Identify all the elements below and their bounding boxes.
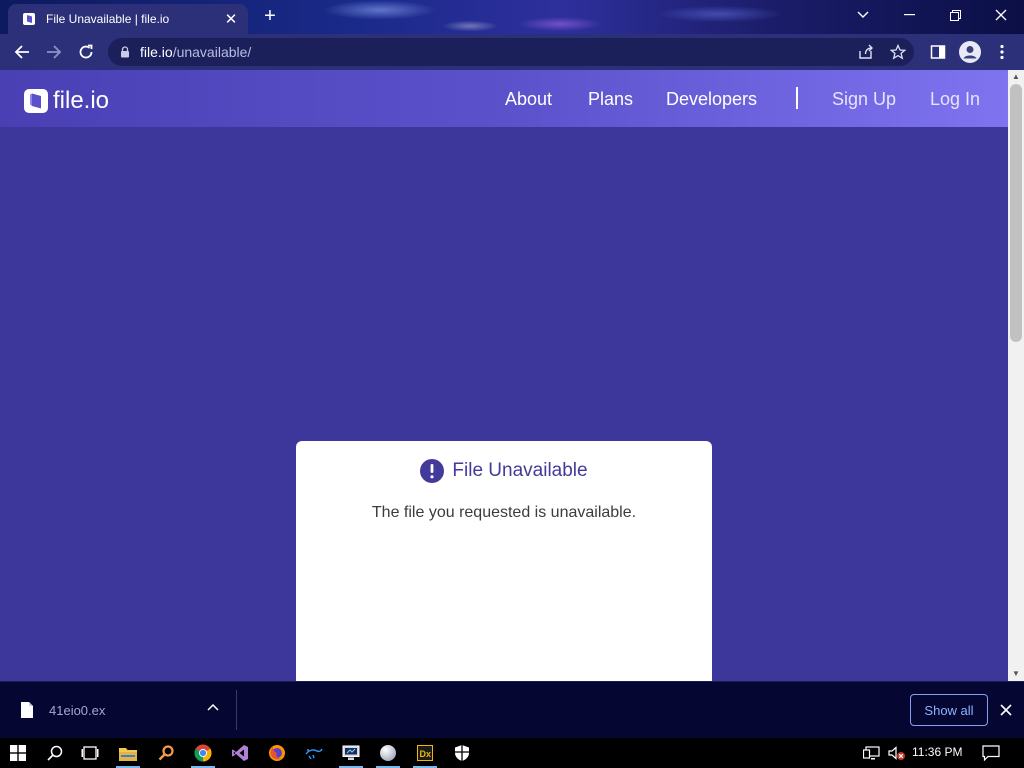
browser-toolbar: file.io/unavailable/ <box>0 34 1024 70</box>
site-header: file.io About Plans Developers Sign Up L… <box>0 70 1008 127</box>
file-icon <box>21 702 33 718</box>
card-title: File Unavailable <box>452 460 588 481</box>
browser-tab-active[interactable]: File Unavailable | file.io ✕ <box>8 4 248 34</box>
svg-text:Dx: Dx <box>420 749 432 759</box>
file-io-favicon-icon <box>23 13 35 25</box>
minimize-button[interactable] <box>886 0 932 30</box>
download-file-name: 41eio0.ex <box>49 703 106 718</box>
search-everything-icon[interactable] <box>151 741 181 765</box>
visual-studio-icon[interactable] <box>225 741 255 765</box>
download-shelf: 41eio0.ex Show all <box>0 681 1024 738</box>
nav-developers-link[interactable]: Developers <box>666 89 757 110</box>
remote-desktop-icon[interactable] <box>336 741 366 768</box>
file-io-logo-icon <box>24 89 48 113</box>
network-icon[interactable] <box>863 738 881 768</box>
dx-app-icon[interactable]: Dx <box>410 741 440 768</box>
tab-title: File Unavailable | file.io <box>46 12 170 26</box>
tab-close-icon[interactable]: ✕ <box>222 10 240 28</box>
task-view-icon[interactable] <box>75 741 105 765</box>
url-host: file.io <box>140 44 173 60</box>
scroll-up-arrow-icon[interactable]: ▲ <box>1008 70 1024 84</box>
card-title-row: File Unavailable <box>296 459 712 483</box>
tab-search-chevron-icon[interactable] <box>840 0 886 30</box>
chrome-icon[interactable] <box>188 741 218 768</box>
volume-muted-icon[interactable] <box>888 738 906 768</box>
chrome-menu-icon[interactable] <box>990 40 1014 64</box>
scroll-down-arrow-icon[interactable]: ▼ <box>1008 667 1024 681</box>
reload-button[interactable] <box>74 40 98 64</box>
close-download-bar-icon[interactable] <box>996 698 1016 722</box>
nav-log-in-link[interactable]: Log In <box>930 89 980 110</box>
nav-plans-link[interactable]: Plans <box>588 89 633 110</box>
close-window-button[interactable] <box>978 0 1024 30</box>
file-unavailable-card: File Unavailable The file you requested … <box>296 441 712 681</box>
url-path: /unavailable/ <box>172 44 252 60</box>
forward-button[interactable] <box>42 40 66 64</box>
windows-start-icon[interactable] <box>3 741 33 765</box>
new-tab-button[interactable]: + <box>259 5 281 27</box>
nav-sign-up-link[interactable]: Sign Up <box>832 89 896 110</box>
nav-about-link[interactable]: About <box>505 89 552 110</box>
firefox-developer-icon[interactable] <box>262 741 292 765</box>
search-icon[interactable] <box>40 741 70 765</box>
profile-avatar-icon[interactable] <box>958 40 982 64</box>
download-item[interactable]: 41eio0.ex <box>0 682 236 738</box>
site-logo[interactable]: file.io <box>24 87 109 115</box>
file-explorer-icon[interactable] <box>113 741 143 768</box>
address-bar[interactable]: file.io/unavailable/ <box>108 38 914 66</box>
side-panel-icon[interactable] <box>926 40 950 64</box>
white-ball-app-icon[interactable] <box>373 741 403 768</box>
exclamation-circle-icon <box>420 459 445 483</box>
bookmark-star-icon[interactable] <box>886 40 910 64</box>
windows-taskbar: Dx 11:36 PM <box>0 738 1024 768</box>
taskbar-clock[interactable]: 11:36 PM <box>912 745 962 759</box>
browser-titlebar: File Unavailable | file.io ✕ + <box>0 0 1024 34</box>
download-separator <box>236 690 237 730</box>
page-scrollbar[interactable]: ▲ ▼ <box>1008 70 1024 681</box>
kali-app-icon[interactable] <box>299 741 329 765</box>
action-center-icon[interactable] <box>982 738 1000 768</box>
logo-text: file.io <box>53 87 110 114</box>
card-message: The file you requested is unavailable. <box>371 504 637 521</box>
restore-button[interactable] <box>932 0 978 30</box>
back-button[interactable] <box>10 40 34 64</box>
show-all-downloads-button[interactable]: Show all <box>910 694 988 726</box>
windows-defender-icon[interactable] <box>447 741 477 765</box>
scroll-thumb[interactable] <box>1010 84 1022 342</box>
nav-divider <box>796 87 798 109</box>
share-icon[interactable] <box>854 40 878 64</box>
lock-icon[interactable] <box>120 46 130 58</box>
download-options-chevron-icon[interactable] <box>204 700 222 714</box>
page-viewport: file.io About Plans Developers Sign Up L… <box>0 70 1008 681</box>
